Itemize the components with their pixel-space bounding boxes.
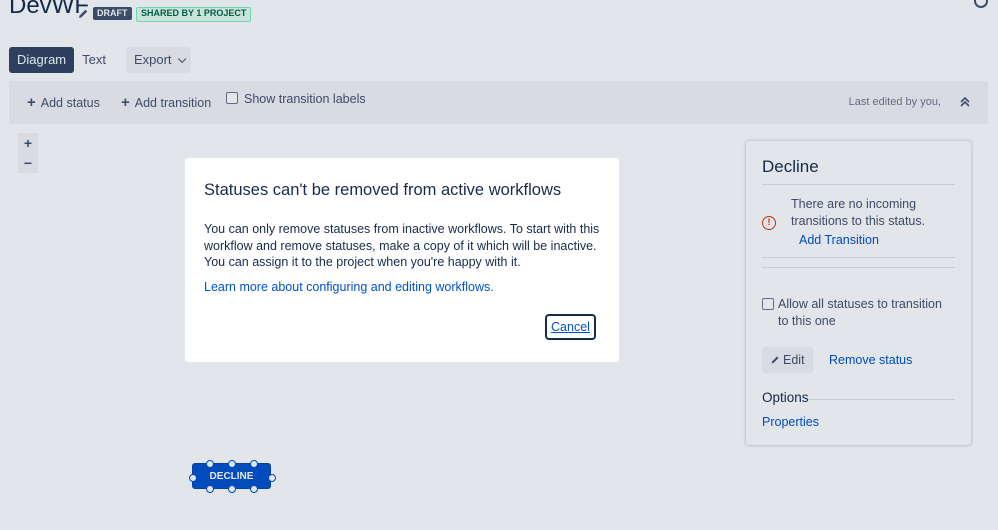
dialog-body: You can only remove statuses from inacti… [204,222,600,269]
learn-more-link[interactable]: Learn more about configuring and editing… [204,280,494,294]
cancel-button[interactable]: Cancel [545,314,596,340]
dialog-title: Statuses can't be removed from active wo… [204,181,562,199]
remove-status-dialog: Statuses can't be removed from active wo… [185,158,619,362]
